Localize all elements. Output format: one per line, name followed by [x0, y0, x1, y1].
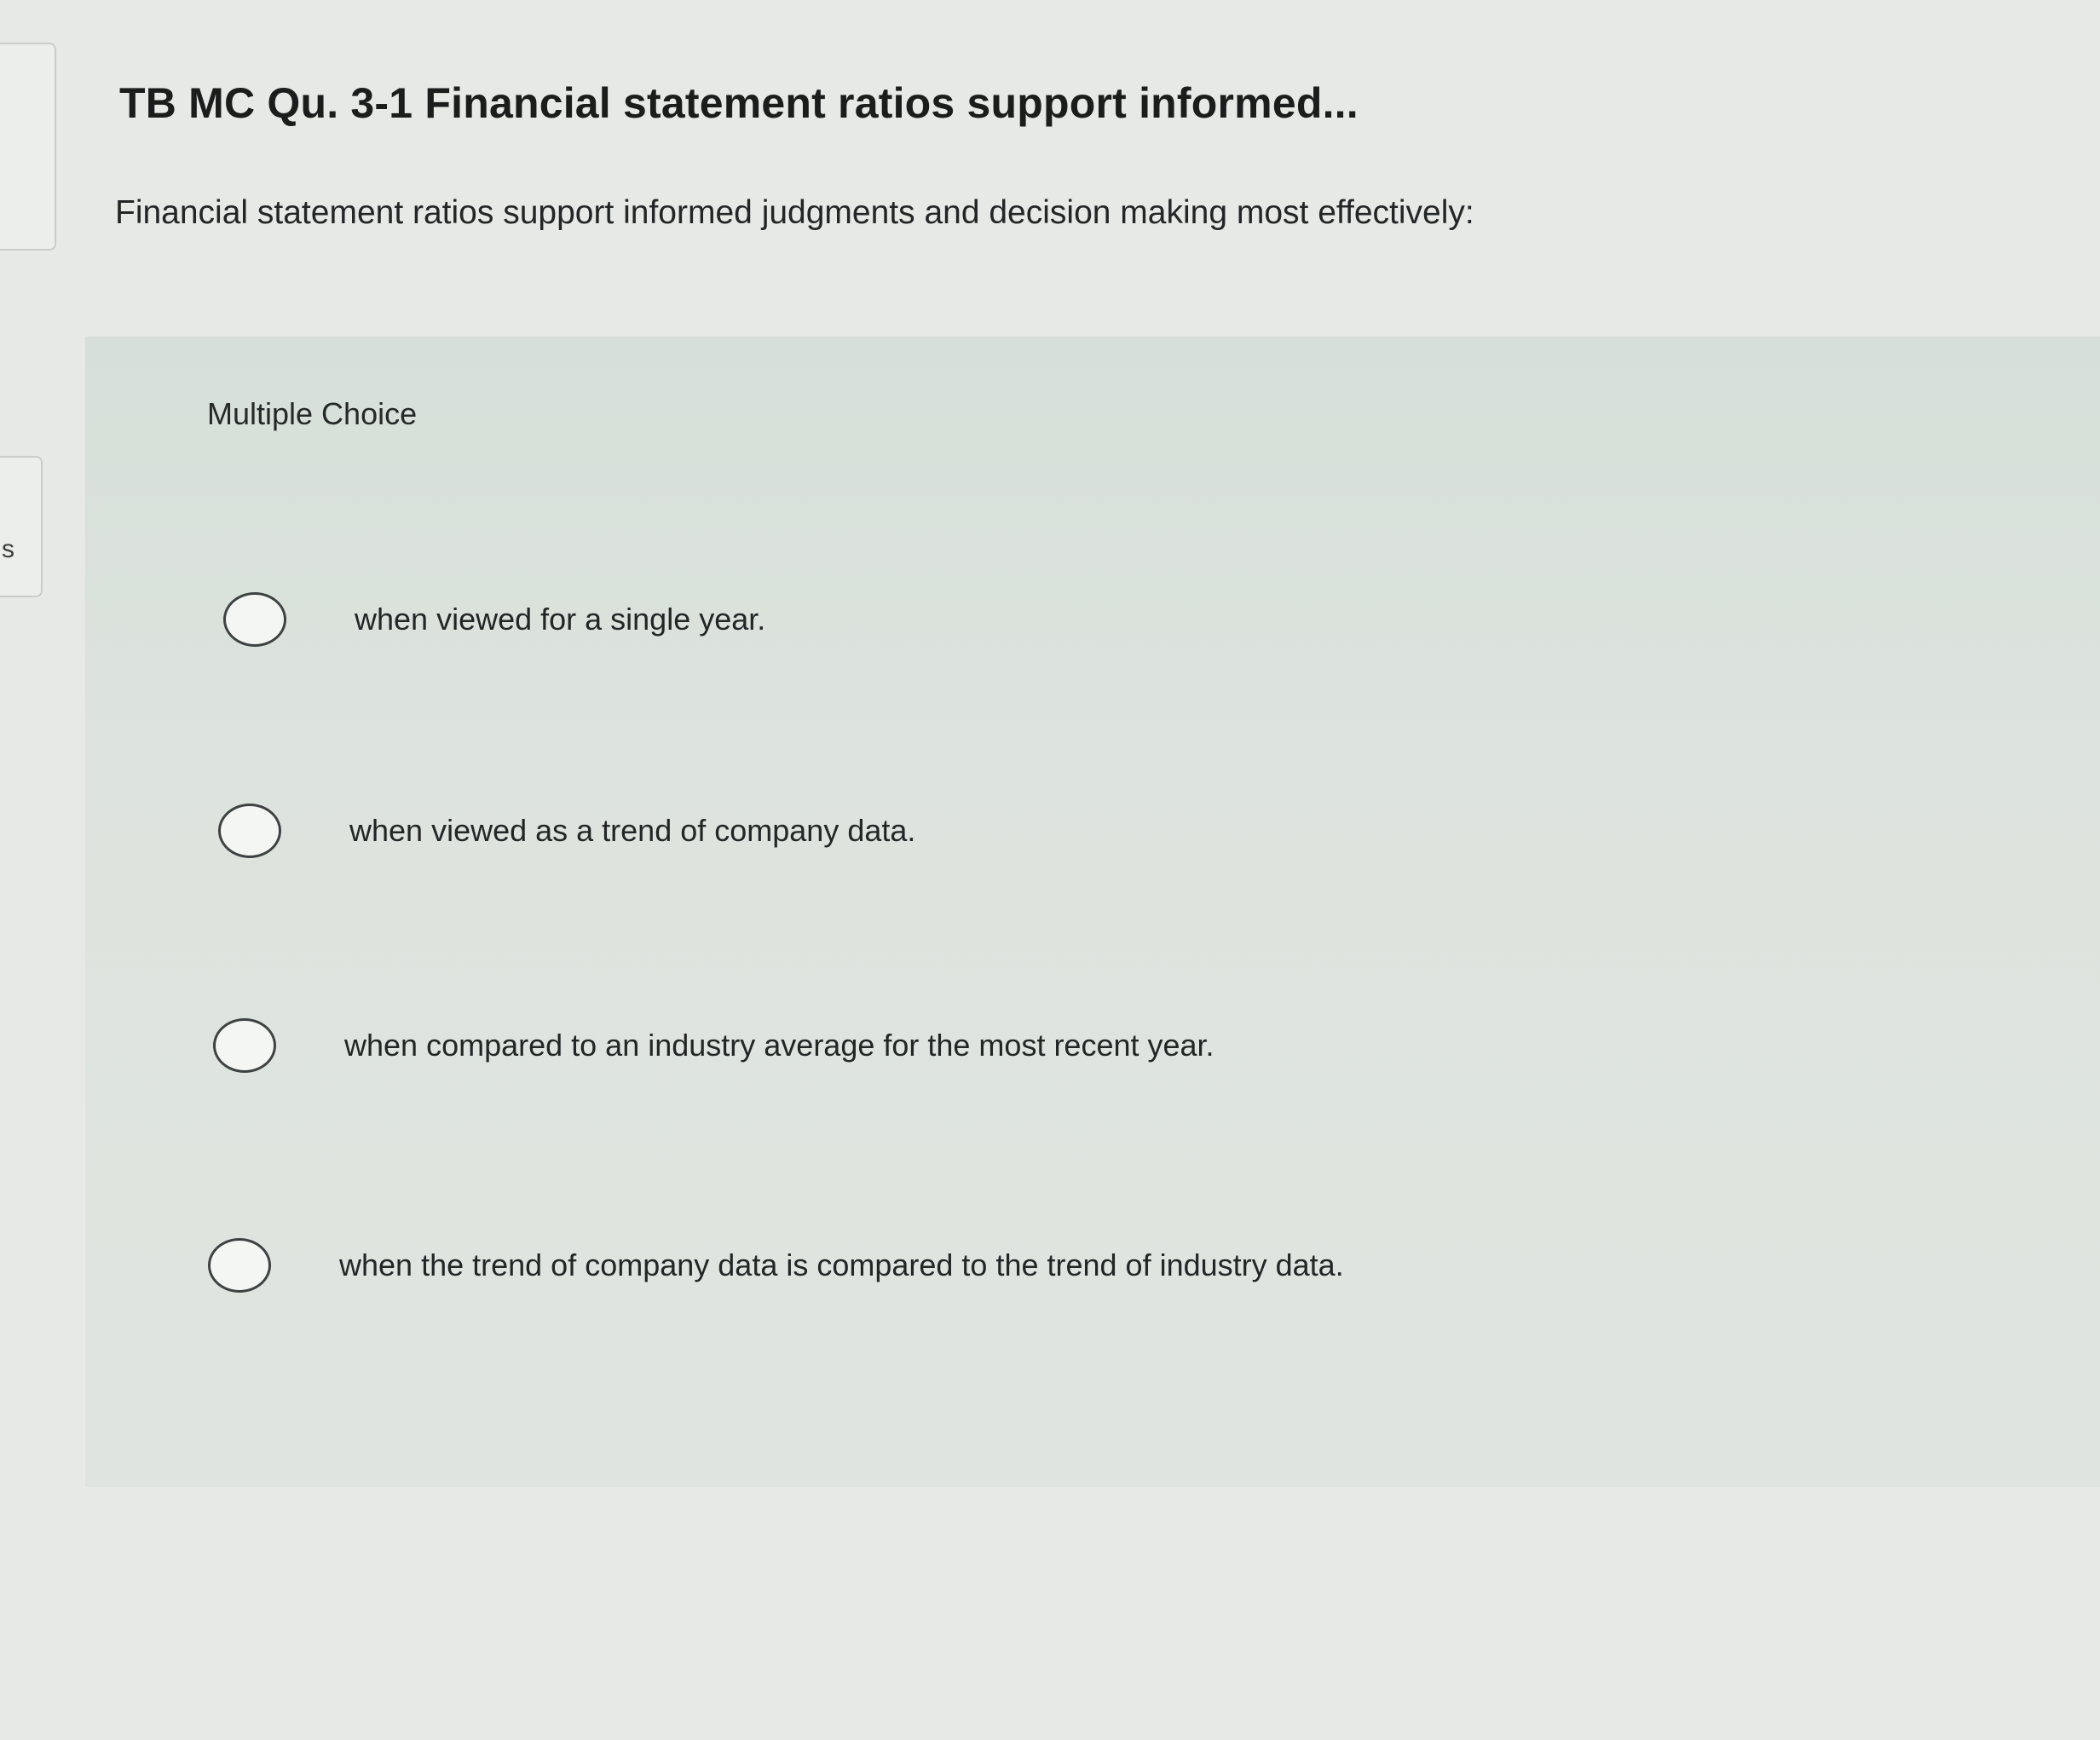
radio-button[interactable]: [218, 804, 281, 858]
left-nav-tab[interactable]: [0, 43, 56, 251]
multiple-choice-panel: Multiple Choice when viewed for a single…: [85, 337, 2100, 1487]
left-nav-tab-label: s: [2, 535, 14, 563]
answer-option-label[interactable]: when compared to an industry average for…: [344, 1028, 1214, 1063]
answer-option-label[interactable]: when viewed as a trend of company data.: [349, 813, 915, 849]
answer-option[interactable]: when compared to an industry average for…: [213, 1018, 1214, 1073]
answer-option-label[interactable]: when viewed for a single year.: [355, 602, 765, 637]
radio-button[interactable]: [213, 1018, 276, 1073]
answer-option-label[interactable]: when the trend of company data is compar…: [339, 1247, 1344, 1283]
left-nav-tab[interactable]: [0, 456, 43, 597]
question-type-label: Multiple Choice: [207, 396, 418, 431]
answer-option[interactable]: when viewed as a trend of company data.: [218, 804, 915, 858]
answer-option[interactable]: when the trend of company data is compar…: [208, 1238, 1344, 1293]
question-title: TB MC Qu. 3-1 Financial statement ratios…: [119, 79, 1359, 127]
radio-button[interactable]: [208, 1238, 271, 1293]
question-text: Financial statement ratios support infor…: [115, 194, 1474, 231]
radio-button[interactable]: [223, 592, 286, 647]
answer-option[interactable]: when viewed for a single year.: [223, 592, 765, 647]
